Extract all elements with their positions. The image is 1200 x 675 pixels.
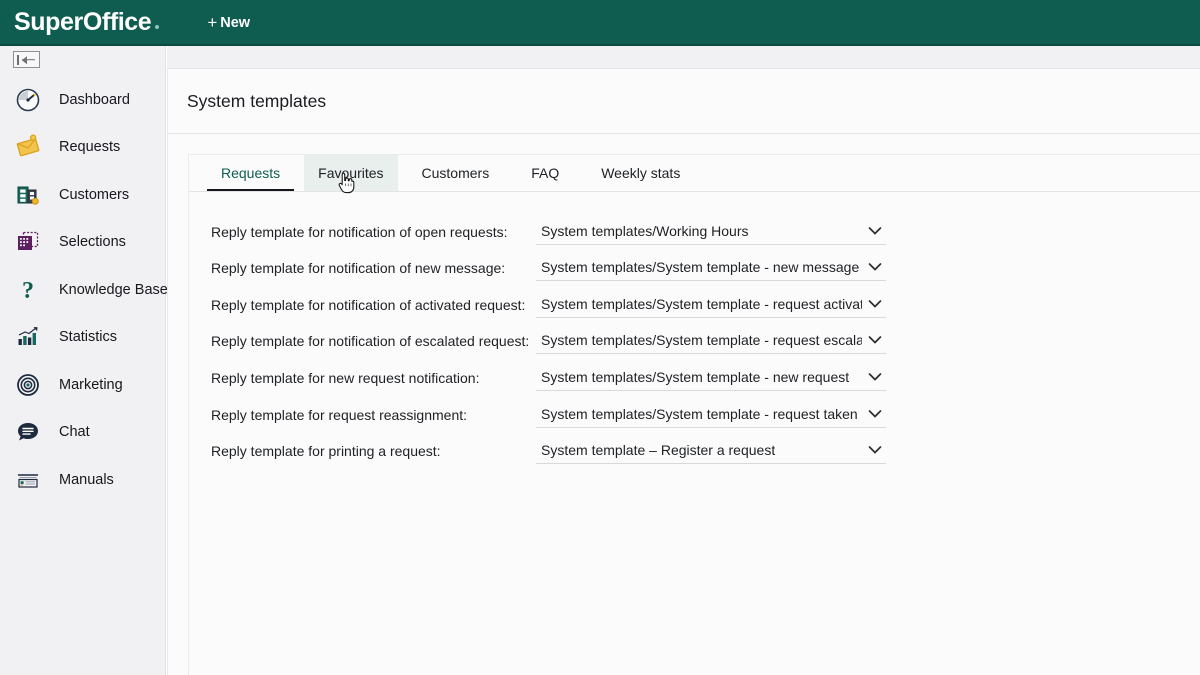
tab-customers[interactable]: Customers bbox=[408, 155, 504, 191]
chevron-down-icon bbox=[868, 445, 882, 455]
sidebar-item-label: Customers bbox=[59, 186, 130, 203]
tab-favourites[interactable]: Favourites bbox=[304, 155, 398, 191]
sidebar-item-selections[interactable]: Selections bbox=[0, 219, 166, 267]
collapse-bar bbox=[17, 54, 19, 65]
new-message-template-select[interactable]: System templates/System template - new m… bbox=[536, 259, 886, 282]
sidebar-item-label: Manuals bbox=[59, 471, 114, 488]
ticket-icon bbox=[14, 133, 42, 161]
page-header: System templates bbox=[168, 69, 1200, 134]
new-button[interactable]: + New bbox=[201, 10, 256, 35]
sidebar-item-label: Statistics bbox=[59, 329, 118, 346]
sidebar: Dashboard Requests Customers Selections … bbox=[0, 46, 168, 675]
sidebar-item-label: Selections bbox=[59, 234, 126, 251]
sidebar-item-dashboard[interactable]: Dashboard bbox=[0, 76, 166, 124]
sidebar-item-statistics[interactable]: Statistics bbox=[0, 314, 166, 362]
content-top-strip bbox=[167, 46, 1200, 68]
superoffice-logo[interactable]: SuperOffice bbox=[14, 8, 160, 37]
select-value: System templates/System template - new m… bbox=[541, 259, 860, 276]
sidebar-item-label: Knowledge Base bbox=[59, 281, 168, 298]
select-value: System templates/System template - new r… bbox=[541, 368, 850, 385]
svg-text:?: ? bbox=[22, 278, 34, 303]
field-label: Reply template for notification of escal… bbox=[211, 333, 530, 350]
chevron-down-icon bbox=[868, 409, 882, 419]
tab-label: Requests bbox=[221, 165, 281, 181]
print-request-template-select[interactable]: System template – Register a request bbox=[536, 442, 886, 465]
form-row: Reply template for request reassignment:… bbox=[189, 391, 1200, 428]
field-label: Reply template for printing a request: bbox=[211, 443, 441, 460]
manual-page-icon bbox=[14, 466, 42, 494]
sidebar-item-manuals[interactable]: Manuals bbox=[0, 456, 166, 504]
template-settings-form: Reply template for notification of open … bbox=[189, 208, 1200, 465]
brand-text: SuperOffice bbox=[14, 8, 152, 36]
select-value: System templates/Working Hours bbox=[541, 222, 749, 239]
tab-bar: Requests Favourites Customers FAQ Weekly… bbox=[189, 155, 1200, 192]
tab-requests[interactable]: Requests bbox=[207, 155, 295, 191]
tab-weekly-stats[interactable]: Weekly stats bbox=[587, 155, 694, 191]
select-value: System templates/System template - reque… bbox=[541, 405, 862, 422]
gauge-icon bbox=[14, 86, 42, 114]
open-requests-template-select[interactable]: System templates/Working Hours bbox=[536, 223, 886, 245]
field-label: Reply template for notification of open … bbox=[211, 223, 508, 240]
building-icon bbox=[14, 181, 42, 209]
application-window: SuperOffice + New Dashboard Requests Cus… bbox=[0, 0, 1200, 675]
left-arrow-icon bbox=[21, 56, 35, 63]
selection-grid-icon bbox=[14, 228, 42, 256]
field-label: Reply template for request reassignment: bbox=[211, 406, 468, 423]
new-button-label: New bbox=[220, 14, 251, 31]
form-row: Reply template for notification of open … bbox=[189, 208, 1200, 245]
plus-icon: + bbox=[207, 13, 218, 32]
select-value: System templates/System template - reque… bbox=[541, 332, 862, 349]
tab-label: Favourites bbox=[318, 165, 384, 181]
tab-faq[interactable]: FAQ bbox=[517, 155, 573, 191]
field-label: Reply template for new request notificat… bbox=[211, 369, 480, 386]
tab-label: Weekly stats bbox=[601, 165, 681, 181]
chevron-down-icon bbox=[868, 299, 882, 309]
sidebar-item-label: Dashboard bbox=[59, 91, 130, 108]
chat-bubble-icon bbox=[14, 418, 42, 446]
sidebar-item-label: Requests bbox=[59, 139, 121, 156]
request-reassignment-template-select[interactable]: System templates/System template - reque… bbox=[536, 406, 886, 428]
field-label: Reply template for notification of new m… bbox=[211, 260, 506, 277]
question-mark-icon: ? bbox=[14, 276, 42, 304]
form-row: Reply template for notification of activ… bbox=[189, 281, 1200, 318]
chevron-down-icon bbox=[868, 262, 882, 272]
select-value: System templates/System template - reque… bbox=[541, 295, 862, 312]
tab-label: FAQ bbox=[531, 165, 560, 181]
collapse-panel-icon bbox=[12, 51, 40, 68]
activated-request-template-select[interactable]: System templates/System template - reque… bbox=[536, 296, 886, 318]
sidebar-nav-list: Dashboard Requests Customers Selections … bbox=[0, 76, 168, 504]
sidebar-collapse-button[interactable] bbox=[11, 50, 41, 69]
form-row: Reply template for notification of escal… bbox=[189, 318, 1200, 355]
form-row: Reply template for printing a request: S… bbox=[189, 428, 1200, 465]
chevron-down-icon bbox=[868, 372, 882, 382]
field-label: Reply template for notification of activ… bbox=[211, 296, 526, 313]
sidebar-item-knowledge-base[interactable]: ? Knowledge Base bbox=[0, 266, 168, 314]
sidebar-item-requests[interactable]: Requests bbox=[0, 124, 166, 172]
content-card: System templates Requests Favourites Cus… bbox=[167, 68, 1200, 675]
settings-panel: Requests Favourites Customers FAQ Weekly… bbox=[188, 154, 1200, 675]
chevron-down-icon bbox=[868, 226, 882, 236]
tab-label: Customers bbox=[421, 165, 490, 181]
sidebar-item-customers[interactable]: Customers bbox=[0, 171, 166, 219]
chevron-down-icon bbox=[868, 335, 882, 345]
select-value: System template – Register a request bbox=[541, 442, 776, 459]
bar-chart-icon bbox=[14, 323, 42, 351]
page-title: System templates bbox=[187, 90, 327, 111]
new-request-template-select[interactable]: System templates/System template - new r… bbox=[536, 369, 886, 391]
form-row: Reply template for notification of new m… bbox=[189, 245, 1200, 282]
sidebar-item-chat[interactable]: Chat bbox=[0, 409, 166, 457]
sidebar-item-label: Marketing bbox=[59, 376, 123, 393]
target-icon bbox=[14, 371, 42, 399]
top-header-bar: SuperOffice + New bbox=[0, 0, 1200, 45]
brand-dot-icon bbox=[155, 25, 160, 29]
sidebar-item-label: Chat bbox=[59, 424, 90, 441]
form-row: Reply template for new request notificat… bbox=[189, 354, 1200, 391]
escalated-request-template-select[interactable]: System templates/System template - reque… bbox=[536, 332, 886, 355]
sidebar-item-marketing[interactable]: Marketing bbox=[0, 361, 166, 409]
